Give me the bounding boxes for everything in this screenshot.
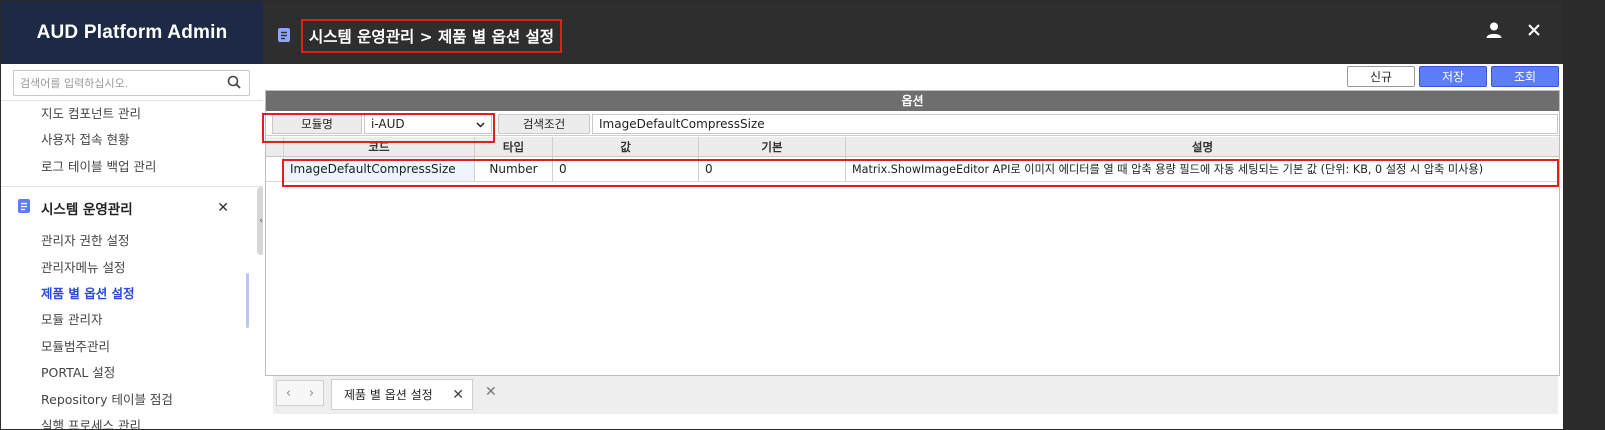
column-header-code[interactable]: 코드: [284, 137, 475, 156]
panel-title: 옵션: [266, 91, 1559, 111]
document-icon: [277, 27, 291, 46]
save-button[interactable]: 저장: [1419, 66, 1487, 87]
close-all-tabs-icon[interactable]: ✕: [485, 384, 497, 400]
sidebar-item-map-component[interactable]: 지도 컴포넌트 관리: [1, 101, 263, 127]
sidebar-item-label: 로그 테이블 백업 관리: [41, 158, 157, 174]
tab-product-options[interactable]: 제품 별 옵션 설정 ✕: [331, 379, 473, 410]
toolbar: 신규 저장 조회: [1347, 66, 1559, 87]
sidebar-item-user-access[interactable]: 사용자 접속 현황: [1, 127, 263, 153]
column-header-description[interactable]: 설명: [846, 137, 1559, 156]
page-title: 시스템 운영관리 > 제품 별 옵션 설정: [301, 19, 563, 53]
tab-label: 제품 별 옵션 설정: [344, 388, 433, 402]
document-icon: [17, 198, 31, 218]
sidebar-item-label: 관리자메뉴 설정: [41, 259, 126, 275]
column-header-default[interactable]: 기본: [699, 137, 846, 156]
search-condition-label: 검색조건: [498, 114, 590, 134]
sidebar-scrollbar[interactable]: [246, 273, 249, 328]
topbar: 시스템 운영관리 > 제품 별 옵션 설정: [263, 1, 1563, 64]
options-grid: 코드 타입 값 기본 설명 ImageDefaultCompressSize N…: [266, 137, 1559, 182]
options-panel: 옵션 모듈명 i-AUD 검색조건 ImageDefaultCompressSi…: [262, 90, 1560, 376]
sidebar-menu: 지도 컴포넌트 관리 사용자 접속 현황 로그 테이블 백업 관리 시스템 운영…: [1, 101, 263, 429]
sidebar-item-label: 관리자 권한 설정: [41, 233, 130, 249]
sidebar-section-label: 시스템 운영관리: [41, 201, 133, 218]
cell-code[interactable]: ImageDefaultCompressSize: [284, 157, 475, 181]
sidebar: AUD Platform Admin 지도 컴포넌트 관리 사용자 접속 현황 …: [1, 1, 263, 429]
brand-title: AUD Platform Admin: [1, 1, 263, 64]
sidebar-item-label: 모듈 관리자: [41, 312, 103, 328]
cell-value[interactable]: 0: [553, 157, 699, 181]
sidebar-item-label: 사용자 접속 현황: [41, 132, 130, 148]
chevron-right-icon[interactable]: ›: [309, 386, 314, 401]
cell-description[interactable]: Matrix.ShowImageEditor API로 이미지 에디터를 열 때…: [846, 157, 1559, 181]
sidebar-item-log-backup[interactable]: 로그 테이블 백업 관리: [1, 154, 263, 180]
search-input[interactable]: [20, 76, 210, 90]
grid-header: 코드 타입 값 기본 설명: [266, 137, 1559, 157]
chevron-left-icon[interactable]: ‹: [286, 386, 291, 401]
condition-row: 모듈명 i-AUD 검색조건 ImageDefaultCompressSize: [266, 111, 1559, 136]
row-indicator: [266, 157, 284, 181]
chevron-down-icon: [476, 117, 485, 131]
close-icon[interactable]: ✕: [217, 200, 229, 216]
search-icon[interactable]: [227, 75, 241, 92]
sidebar-item-label: 실행 프로세스 관리: [41, 417, 141, 429]
sidebar-item-label: 지도 컴포넌트 관리: [41, 106, 141, 121]
sidebar-item-admin-permission[interactable]: 관리자 권한 설정: [1, 228, 263, 254]
tab-bar: ‹ › 제품 별 옵션 설정 ✕ ✕: [273, 376, 1558, 414]
sidebar-item-label: 모듈범주관리: [41, 338, 111, 354]
sidebar-item-admin-menu[interactable]: 관리자메뉴 설정: [1, 255, 263, 281]
sidebar-item-label: PORTAL 설정: [41, 365, 116, 381]
sidebar-item-label: 제품 별 옵션 설정: [41, 285, 135, 301]
sidebar-item-product-options[interactable]: 제품 별 옵션 설정: [1, 281, 263, 307]
sidebar-item-label: Repository 테이블 점검: [41, 391, 173, 407]
sidebar-item-repository-check[interactable]: Repository 테이블 점검: [1, 387, 263, 413]
module-select[interactable]: i-AUD: [364, 114, 492, 134]
table-row[interactable]: ImageDefaultCompressSize Number 0 0 Matr…: [266, 157, 1559, 182]
module-label: 모듈명: [272, 114, 362, 134]
search-box: [13, 70, 250, 96]
breadcrumb: 시스템 운영관리 > 제품 별 옵션 설정: [277, 19, 563, 53]
close-icon[interactable]: ✕: [452, 387, 464, 403]
module-select-value: i-AUD: [371, 117, 405, 131]
sidebar-search: [1, 64, 263, 101]
sidebar-item-module-category[interactable]: 모듈범주관리: [1, 334, 263, 360]
new-button[interactable]: 신규: [1347, 66, 1415, 87]
main-content: 신규 저장 조회 옵션 모듈명 i-AUD 검색조건 ImageDefaultC…: [262, 64, 1563, 429]
query-button[interactable]: 조회: [1491, 66, 1559, 87]
topbar-actions: [1485, 21, 1541, 42]
user-icon[interactable]: [1485, 21, 1503, 42]
cell-type[interactable]: Number: [475, 157, 553, 181]
row-indicator-header: [266, 137, 284, 156]
column-header-type[interactable]: 타입: [475, 137, 553, 156]
column-header-value[interactable]: 값: [553, 137, 699, 156]
close-icon[interactable]: [1527, 23, 1541, 40]
sidebar-item-process-manage[interactable]: 실행 프로세스 관리: [1, 413, 263, 429]
sidebar-section-system[interactable]: 시스템 운영관리 ✕: [1, 186, 263, 228]
sidebar-item-module-admin[interactable]: 모듈 관리자: [1, 307, 263, 333]
search-condition-input[interactable]: ImageDefaultCompressSize: [592, 114, 1558, 134]
tab-navigation: ‹ ›: [276, 380, 324, 406]
cell-default[interactable]: 0: [699, 157, 846, 181]
sidebar-item-portal[interactable]: PORTAL 설정: [1, 360, 263, 386]
